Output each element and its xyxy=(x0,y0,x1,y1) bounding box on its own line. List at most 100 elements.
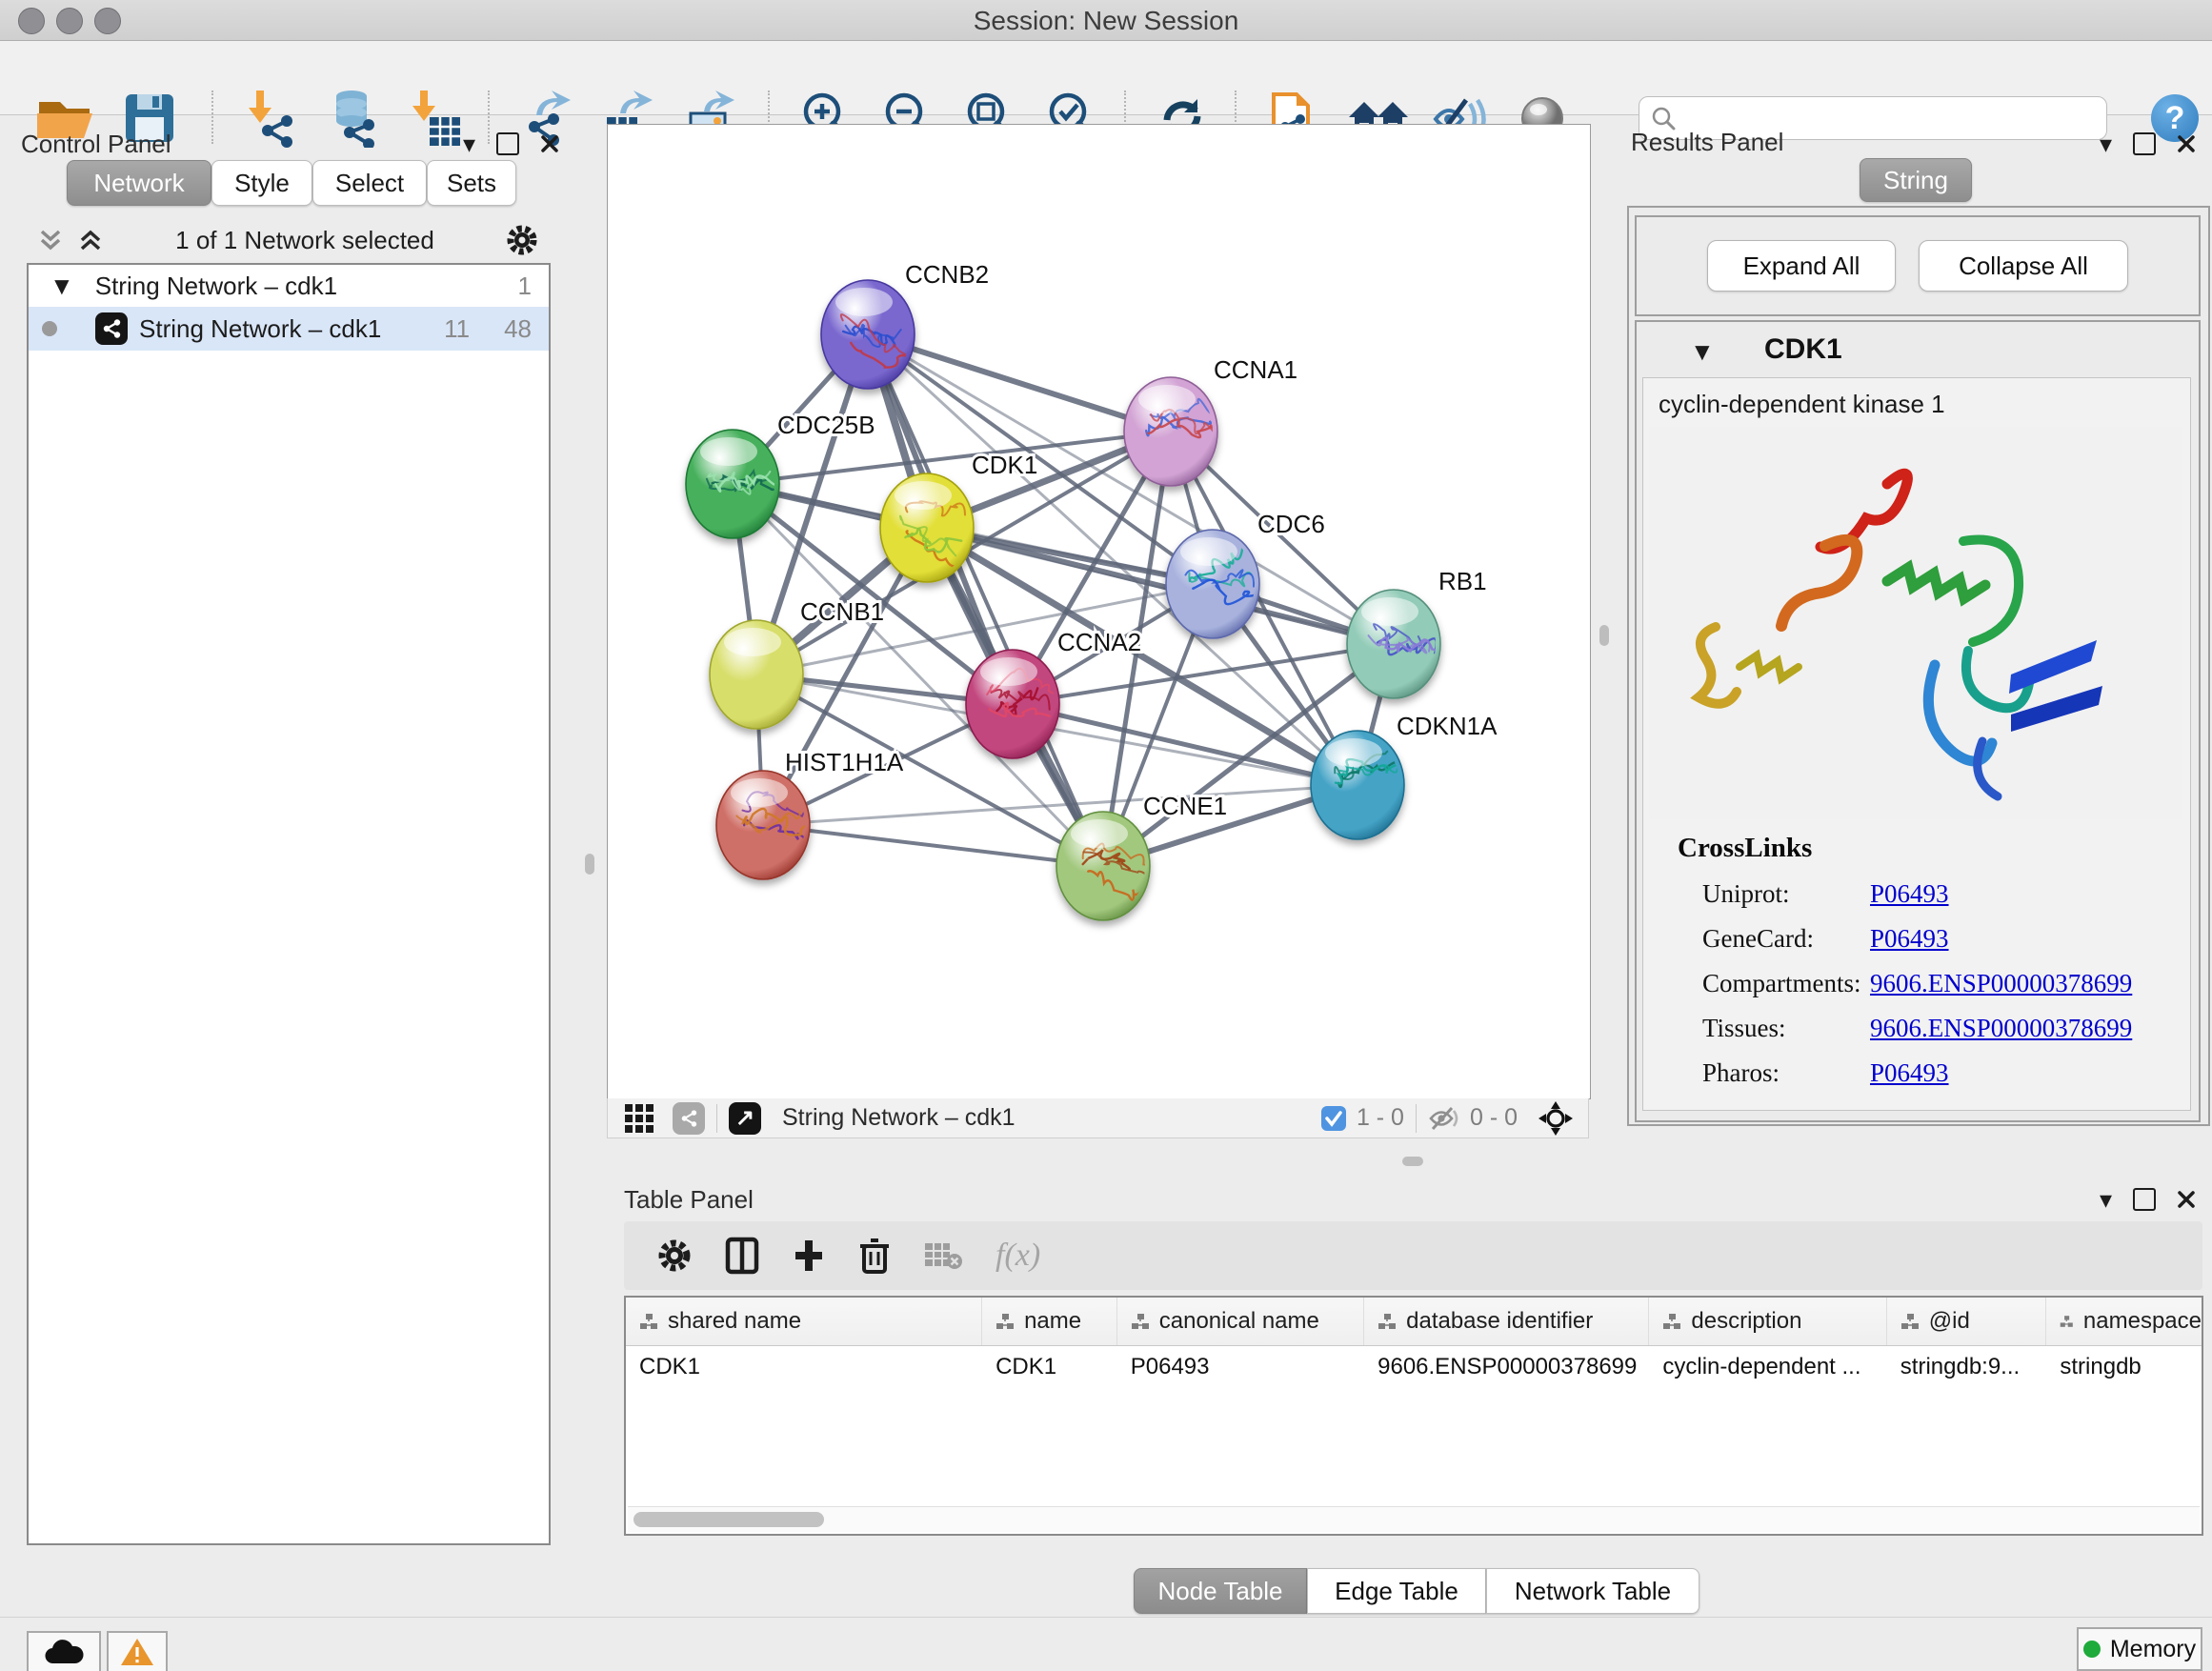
network-node-RB1[interactable] xyxy=(1347,590,1448,698)
cell-name[interactable]: CDK1 xyxy=(982,1346,1117,1388)
crosslink-label: GeneCard: xyxy=(1702,924,1870,954)
collapse-panel-icon[interactable]: ▾ xyxy=(2100,1187,2112,1212)
column-header-shared-name[interactable]: shared name xyxy=(626,1298,982,1345)
expand-all-button[interactable]: Expand All xyxy=(1707,240,1896,292)
tab-network[interactable]: Network xyxy=(67,160,211,206)
delete-column-button[interactable] xyxy=(858,1237,891,1275)
table-row[interactable]: CDK1 CDK1 P06493 9606.ENSP00000378699 cy… xyxy=(626,1346,2202,1388)
import-table-icon xyxy=(409,89,462,148)
memory-button[interactable]: Memory xyxy=(2077,1627,2202,1671)
tab-sets[interactable]: Sets xyxy=(427,160,516,206)
tab-node-table[interactable]: Node Table xyxy=(1134,1568,1307,1614)
collapse-panel-icon[interactable]: ▾ xyxy=(2100,131,2112,156)
status-divider xyxy=(1416,1104,1417,1133)
expand-all-icon[interactable] xyxy=(76,226,105,254)
attribute-icon xyxy=(2060,1313,2074,1330)
close-panel-icon[interactable] xyxy=(2177,1190,2196,1209)
cell-description[interactable]: cyclin-dependent ... xyxy=(1649,1346,1886,1388)
crosslink-label: Uniprot: xyxy=(1702,879,1870,909)
selected-checkbox-icon[interactable] xyxy=(1320,1105,1347,1132)
memory-label: Memory xyxy=(2110,1636,2196,1663)
network-node-CCNA1[interactable] xyxy=(1124,377,1231,486)
network-edge[interactable] xyxy=(868,334,1103,866)
network-collection-row[interactable]: ▼ String Network – cdk1 1 xyxy=(29,265,549,307)
network-collection-label: String Network – cdk1 xyxy=(95,272,337,301)
tab-style[interactable]: Style xyxy=(211,160,312,206)
crosslink-link[interactable]: 9606.ENSP00000378699 xyxy=(1870,1014,2132,1043)
import-table-file-button[interactable] xyxy=(398,89,473,148)
cell-namespace[interactable]: stringdb xyxy=(2046,1346,2202,1388)
show-columns-button[interactable] xyxy=(725,1237,759,1275)
vertical-splitter-handle[interactable] xyxy=(1599,625,1609,646)
table-settings-button[interactable] xyxy=(656,1238,693,1274)
statusbar-divider xyxy=(0,1617,2212,1618)
float-panel-icon[interactable] xyxy=(2133,1188,2156,1211)
cell-shared-name[interactable]: CDK1 xyxy=(626,1346,982,1388)
detach-view-icon[interactable]: ↗ xyxy=(729,1102,761,1135)
collapse-all-button[interactable]: Collapse All xyxy=(1919,240,2128,292)
vertical-splitter-handle[interactable] xyxy=(585,854,594,875)
cell-canonical-name[interactable]: P06493 xyxy=(1117,1346,1364,1388)
network-row-selected[interactable]: String Network – cdk1 11 48 xyxy=(29,307,549,351)
collapse-all-label: Collapse All xyxy=(1959,252,2088,281)
control-panel-header: Control Panel xyxy=(21,128,383,160)
grid-view-icon[interactable] xyxy=(625,1104,654,1133)
table-toolbar: f(x) xyxy=(624,1221,2202,1290)
node-label-CCNA1: CCNA1 xyxy=(1214,355,1297,384)
gear-icon[interactable] xyxy=(505,223,539,257)
network-node-CCNB1[interactable] xyxy=(710,620,803,729)
float-panel-icon[interactable] xyxy=(496,132,519,155)
column-header-canonical-name[interactable]: canonical name xyxy=(1117,1298,1364,1345)
birds-eye-view-icon[interactable] xyxy=(673,1102,705,1135)
float-panel-icon[interactable] xyxy=(2133,132,2156,155)
close-panel-icon[interactable] xyxy=(2177,134,2196,153)
crosslink-link[interactable]: P06493 xyxy=(1870,1058,1949,1088)
network-node-CCNA2[interactable] xyxy=(966,650,1059,758)
entry-collapse-icon[interactable]: ▼ xyxy=(1690,339,1715,364)
table-horizontal-scrollbar[interactable] xyxy=(628,1506,2200,1532)
cell-id[interactable]: stringdb:9... xyxy=(1887,1346,2047,1388)
close-panel-icon[interactable] xyxy=(540,134,559,153)
fit-content-crosshair-icon[interactable] xyxy=(1537,1099,1575,1137)
network-node-HIST1H1A[interactable] xyxy=(716,771,816,879)
cell-database-identifier[interactable]: 9606.ENSP00000378699 xyxy=(1364,1346,1649,1388)
crosslink-row: Tissues: 9606.ENSP00000378699 xyxy=(1702,1006,2190,1051)
network-node-CDK1[interactable] xyxy=(880,473,979,582)
column-header-description[interactable]: description xyxy=(1649,1298,1886,1345)
tree-expanded-icon[interactable]: ▼ xyxy=(50,273,74,298)
column-header-database-identifier[interactable]: database identifier xyxy=(1364,1298,1649,1345)
node-table: shared name name canonical name database… xyxy=(624,1296,2203,1536)
crosslink-row: Pharos: P06493 xyxy=(1702,1051,2190,1096)
horizontal-splitter-handle[interactable] xyxy=(1402,1157,1423,1166)
current-view-indicator-icon xyxy=(42,321,57,336)
network-edge[interactable] xyxy=(763,825,1103,866)
collapse-panel-icon[interactable]: ▾ xyxy=(463,131,475,156)
network-node-CDKN1A[interactable] xyxy=(1311,731,1415,839)
collapse-all-icon[interactable] xyxy=(36,226,65,254)
crosslink-link[interactable]: P06493 xyxy=(1870,879,1949,909)
crosslink-link[interactable]: P06493 xyxy=(1870,924,1949,954)
plus-icon xyxy=(792,1237,826,1275)
tab-edge-table[interactable]: Edge Table xyxy=(1307,1568,1486,1614)
crosslink-link[interactable]: 9606.ENSP00000378699 xyxy=(1870,969,2132,998)
tab-network-table[interactable]: Network Table xyxy=(1486,1568,1699,1614)
application-window: Session: New Session xyxy=(0,0,2212,1671)
node-label-CDC25B: CDC25B xyxy=(777,411,875,439)
gear-icon xyxy=(656,1238,693,1274)
network-canvas[interactable]: CCNB2CCNA1CDC25BCDK1CDC6RB1CCNB1CCNA2CDK… xyxy=(607,124,1591,1099)
table-panel-header: Table Panel xyxy=(624,1185,754,1215)
attribute-icon xyxy=(639,1313,658,1330)
column-header-id[interactable]: @id xyxy=(1887,1298,2047,1345)
tab-string[interactable]: String xyxy=(1860,158,1972,202)
cloud-status-button[interactable] xyxy=(27,1631,101,1671)
add-column-button[interactable] xyxy=(792,1237,826,1275)
network-node-CCNB2[interactable] xyxy=(821,280,932,389)
crosslink-row: GeneCard: P06493 xyxy=(1702,916,2190,961)
tab-select[interactable]: Select xyxy=(312,160,427,206)
cloud-icon xyxy=(44,1639,84,1665)
scrollbar-thumb[interactable] xyxy=(633,1512,824,1527)
column-header-namespace[interactable]: namespace xyxy=(2046,1298,2202,1345)
column-header-name[interactable]: name xyxy=(982,1298,1117,1345)
network-node-CDC6[interactable] xyxy=(1166,530,1264,638)
warnings-button[interactable] xyxy=(107,1631,168,1671)
